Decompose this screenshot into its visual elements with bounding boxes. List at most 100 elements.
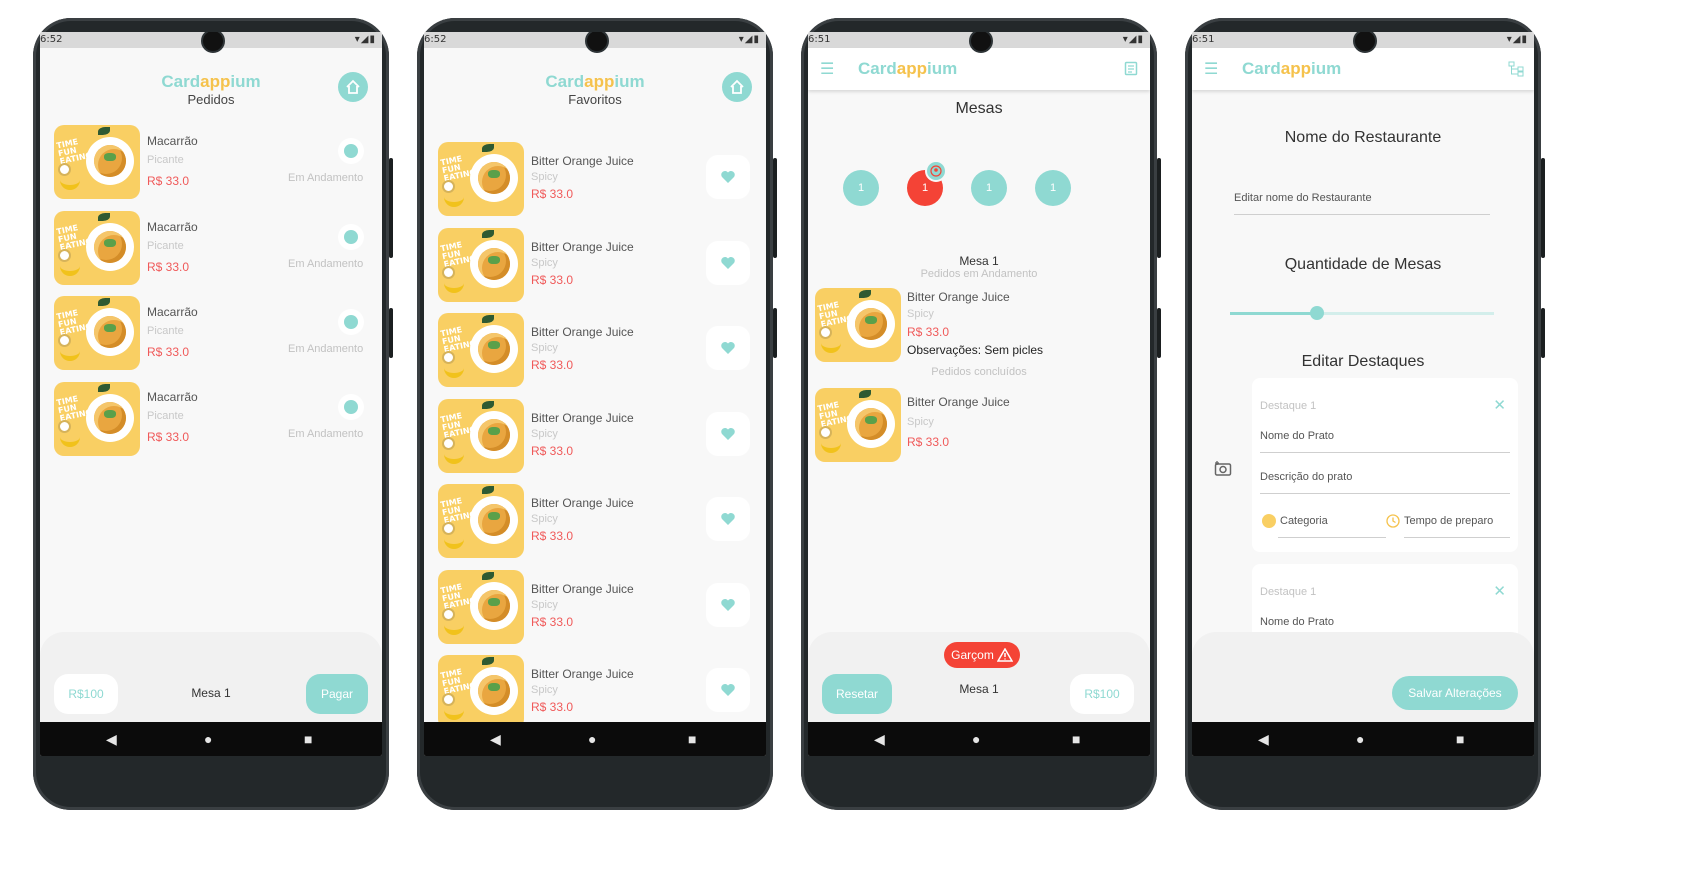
app-logo: Cardappium: [858, 59, 958, 78]
back-icon[interactable]: ◀: [490, 731, 501, 748]
heart-icon: [721, 257, 735, 269]
item-name: Bitter Orange Juice: [531, 240, 634, 254]
item-name: Bitter Orange Juice: [531, 411, 634, 425]
category-dot-icon: [1262, 514, 1276, 528]
dish-name-input[interactable]: Nome do Prato: [1260, 430, 1510, 453]
item-description: Spicy: [531, 513, 558, 525]
item-description: Picante: [147, 325, 184, 337]
heart-icon: [721, 684, 735, 696]
item-price: R$ 33.0: [531, 358, 574, 372]
item-description: Spicy: [531, 257, 558, 269]
save-panel: Salvar Alterações: [1192, 632, 1534, 722]
food-image: TIME FUN EATING: [815, 388, 901, 462]
app-logo: Cardappium: [545, 72, 645, 91]
category-select[interactable]: Categoria: [1278, 515, 1386, 538]
app-bar: ☰ Cardappium: [1192, 48, 1534, 90]
home-nav-icon[interactable]: ●: [1356, 731, 1364, 747]
recents-icon[interactable]: ■: [304, 731, 312, 747]
screen-favoritos: 6:52 ▾◢▮ Cardappium Favoritos TIME FUN EAT…: [424, 32, 766, 756]
table-button[interactable]: 1: [971, 170, 1007, 206]
heart-icon: [721, 428, 735, 440]
item-notes: Observações: Sem picles: [907, 343, 1044, 357]
recents-icon[interactable]: ■: [1456, 731, 1464, 747]
pay-button[interactable]: Pagar: [306, 674, 368, 714]
prep-time-input[interactable]: Tempo de preparo: [1404, 515, 1510, 538]
food-image: TIME FUN EATING: [815, 288, 901, 362]
highlight-card: Destaque 1 ✕ Nome do Prato Descrição do …: [1252, 378, 1518, 552]
tables-slider[interactable]: [1230, 306, 1494, 320]
home-button[interactable]: [338, 72, 368, 102]
table-button[interactable]: 1: [1035, 170, 1071, 206]
close-icon[interactable]: ✕: [1493, 582, 1506, 600]
waiter-call-button[interactable]: Garçom: [944, 642, 1020, 668]
user-badge-icon: [925, 160, 947, 182]
system-nav-bar: ◀ ● ■: [1192, 722, 1534, 756]
slider-thumb[interactable]: [1310, 306, 1325, 320]
heart-icon: [721, 342, 735, 354]
item-description: Spicy: [531, 599, 558, 611]
status-badge: Em Andamento: [288, 428, 364, 440]
save-button[interactable]: Salvar Alterações: [1392, 676, 1518, 710]
section-title: Nome do Restaurante: [1284, 129, 1442, 146]
item-price: R$ 33.0: [531, 444, 574, 458]
back-icon[interactable]: ◀: [106, 731, 117, 748]
clipboard-icon[interactable]: [1124, 60, 1138, 76]
page-title: Mesas: [955, 100, 1003, 117]
item-name: Macarrão: [147, 390, 198, 404]
screen-config: 6:51 ▾◢▮ ☰ Cardappium Nome do Restaurant…: [1192, 32, 1534, 756]
home-icon: [730, 79, 744, 94]
favorite-button[interactable]: [706, 583, 750, 627]
back-icon[interactable]: ◀: [874, 731, 885, 748]
item-price: R$ 33.0: [531, 529, 574, 543]
status-indicator: [338, 224, 364, 250]
menu-icon[interactable]: ☰: [820, 59, 834, 79]
close-icon[interactable]: ✕: [1493, 396, 1506, 414]
favorite-button[interactable]: [706, 155, 750, 199]
home-nav-icon[interactable]: ●: [204, 731, 212, 747]
item-name: Bitter Orange Juice: [531, 325, 634, 339]
item-name: Bitter Orange Juice: [907, 395, 1010, 409]
phone-mesas: 6:51 ▾◢▮ ☰ Cardappium Mesas 1 1 1 1 Mesa…: [801, 18, 1161, 810]
home-nav-icon[interactable]: ●: [588, 731, 596, 747]
recents-icon[interactable]: ■: [1072, 731, 1080, 747]
favorite-button[interactable]: [706, 497, 750, 541]
home-button[interactable]: [722, 72, 752, 102]
food-image: TIME FUN EATING: [438, 570, 524, 644]
add-photo-icon[interactable]: [1214, 460, 1232, 476]
item-price: R$ 33.0: [907, 325, 950, 339]
favorite-button[interactable]: [706, 241, 750, 285]
food-image: TIME FUN EATING: [438, 399, 524, 473]
item-description: Spicy: [907, 416, 934, 428]
section-title: Editar Destaques: [1301, 353, 1425, 370]
recents-icon[interactable]: ■: [688, 731, 696, 747]
section-label: Pedidos concluídos: [931, 366, 1027, 378]
menu-icon[interactable]: ☰: [1204, 59, 1218, 79]
item-price: R$ 33.0: [147, 174, 190, 188]
favorite-button[interactable]: [706, 412, 750, 456]
favorite-button[interactable]: [706, 668, 750, 712]
back-icon[interactable]: ◀: [1258, 731, 1269, 748]
system-nav-bar: ◀ ● ■: [424, 722, 766, 756]
section-title: Quantidade de Mesas: [1284, 256, 1442, 273]
status-indicator: [338, 309, 364, 335]
system-nav-bar: ◀ ● ■: [40, 722, 382, 756]
favorite-button[interactable]: [706, 326, 750, 370]
app-bar: ☰ Cardappium: [808, 48, 1150, 90]
item-name: Bitter Orange Juice: [907, 290, 1010, 304]
hierarchy-icon[interactable]: [1508, 61, 1524, 77]
restaurant-name-input[interactable]: Editar nome do Restaurante: [1234, 192, 1490, 215]
item-price: R$ 33.0: [531, 187, 574, 201]
total-amount: R$100: [1070, 674, 1134, 714]
item-description: Spicy: [907, 308, 934, 320]
page-title: Favoritos: [568, 92, 622, 107]
screen-pedidos: 6:52 ▾◢▮ Cardappium Pedidos TIME FUN EATIN…: [40, 32, 382, 756]
checkout-panel: R$100 Mesa 1 Pagar: [40, 632, 382, 722]
heart-icon: [721, 599, 735, 611]
dish-description-input[interactable]: Descrição do prato: [1260, 471, 1510, 494]
status-badge: Em Andamento: [288, 172, 364, 184]
item-description: Spicy: [531, 428, 558, 440]
status-badge: Em Andamento: [288, 343, 364, 355]
home-nav-icon[interactable]: ●: [972, 731, 980, 747]
table-button[interactable]: 1: [843, 170, 879, 206]
card-label: Destaque 1: [1260, 586, 1317, 598]
